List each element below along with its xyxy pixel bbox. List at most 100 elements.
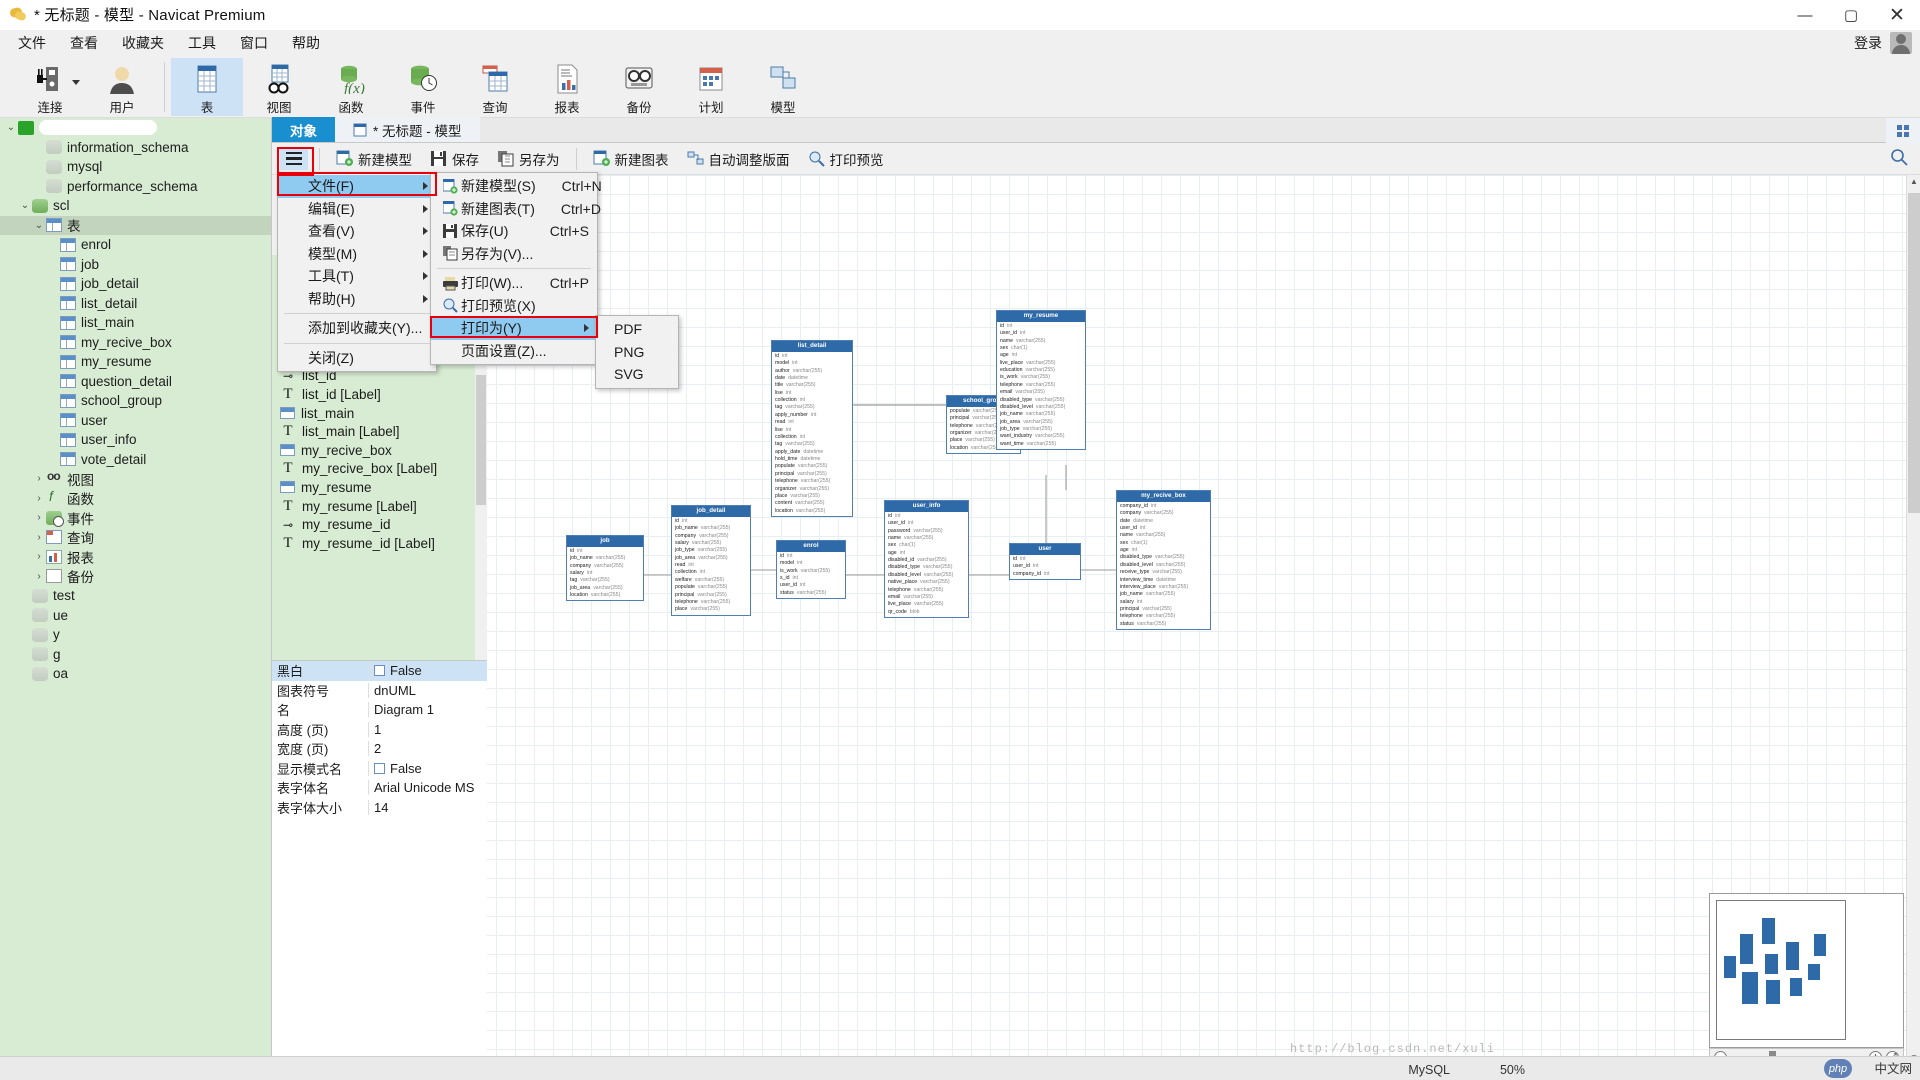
chevron-down-icon[interactable]: ⌄ xyxy=(18,200,32,211)
tab-object[interactable]: 对象 xyxy=(272,117,335,142)
canvas-vertical-scrollbar[interactable]: ▲ ▼ xyxy=(1906,175,1920,1064)
chevron-down-icon[interactable]: ⌄ xyxy=(32,220,46,231)
sidebar-connection-root[interactable]: ⌄ xyxy=(0,118,271,138)
sidebar-item-user[interactable]: user xyxy=(0,411,271,431)
property-row[interactable]: 显示模式名 False xyxy=(272,759,487,779)
save-as-button[interactable]: 另存为 xyxy=(490,146,567,172)
sidebar-item-my_recive_box[interactable]: my_recive_box xyxy=(0,333,271,353)
ribbon-connection[interactable]: 连接 xyxy=(14,58,86,116)
sidebar-item-job[interactable]: job xyxy=(0,255,271,275)
list-item[interactable]: Tmy_recive_box [Label] xyxy=(272,460,487,479)
sidebar-item-函数[interactable]: › 函数 xyxy=(0,488,271,509)
ribbon-user[interactable]: 用户 xyxy=(86,58,158,116)
ribbon-report[interactable]: 报表 xyxy=(531,58,603,116)
property-value-cell[interactable]: dnUML xyxy=(368,682,487,698)
ribbon-function[interactable]: f(x) 函数 xyxy=(315,58,387,116)
menu-item-export-pdf[interactable]: PDF xyxy=(596,318,678,341)
chevron-right-icon[interactable]: › xyxy=(32,532,46,543)
minimize-button[interactable]: — xyxy=(1782,0,1828,30)
chevron-right-icon[interactable]: › xyxy=(32,473,46,484)
sidebar-item-school_group[interactable]: school_group xyxy=(0,391,271,411)
menu-item-保存U[interactable]: 保存(U) Ctrl+S xyxy=(431,220,597,243)
search-button[interactable] xyxy=(1890,148,1908,166)
property-row[interactable]: 表字体名 Arial Unicode MS xyxy=(272,778,487,798)
ribbon-query[interactable]: 查询 xyxy=(459,58,531,116)
property-row[interactable]: 图表符号 dnUML xyxy=(272,681,487,701)
checkbox[interactable] xyxy=(374,762,385,774)
ribbon-model[interactable]: 模型 xyxy=(747,58,819,116)
close-button[interactable]: ✕ xyxy=(1874,0,1920,30)
menu-item-编辑E[interactable]: 编辑(E) xyxy=(278,198,436,221)
menu-item-添加到收藏夹Y[interactable]: 添加到收藏夹(Y)... xyxy=(278,317,436,340)
sidebar-item-list_main[interactable]: list_main xyxy=(0,313,271,333)
sidebar-item-vote_detail[interactable]: vote_detail xyxy=(0,450,271,470)
sidebar-tree[interactable]: ⌄ information_schema mysql performance_sch… xyxy=(0,118,272,1080)
menubar-item-favorites[interactable]: 收藏夹 xyxy=(110,30,176,56)
property-value-cell[interactable]: False xyxy=(368,760,487,776)
sidebar-item-job_detail[interactable]: job_detail xyxy=(0,274,271,294)
main-menu-button[interactable] xyxy=(278,146,310,172)
property-value-cell[interactable]: 2 xyxy=(368,741,487,757)
property-value-cell[interactable]: Diagram 1 xyxy=(368,702,487,718)
menu-item-查看V[interactable]: 查看(V) xyxy=(278,220,436,243)
print-preview-button[interactable]: 打印预览 xyxy=(801,146,891,172)
entity-my_resume[interactable]: my_resume id int user_id int name varchar(255)… xyxy=(996,310,1086,451)
ribbon-event[interactable]: 事件 xyxy=(387,58,459,116)
main-menu-popup[interactable]: 文件(F) 编辑(E) 查看(V) 模型(M) 工具(T) 帮助(H) 添加到收藏夹(Y).… xyxy=(277,172,437,372)
menubar-item-view[interactable]: 查看 xyxy=(58,30,110,56)
ribbon-schedule[interactable]: 计划 xyxy=(675,58,747,116)
property-row[interactable]: 高度 (页) 1 xyxy=(272,720,487,740)
menu-item-模型M[interactable]: 模型(M) xyxy=(278,243,436,266)
list-item[interactable]: my_resume xyxy=(272,478,487,497)
menu-item-工具T[interactable]: 工具(T) xyxy=(278,265,436,288)
maximize-button[interactable]: ▢ xyxy=(1828,0,1874,30)
avatar[interactable] xyxy=(1890,32,1912,54)
sidebar-item-list_detail[interactable]: list_detail xyxy=(0,294,271,314)
login-link[interactable]: 登录 xyxy=(1854,33,1882,53)
sidebar-item-报表[interactable]: › 报表 xyxy=(0,547,271,567)
chevron-right-icon[interactable]: › xyxy=(32,571,46,582)
file-submenu-popup[interactable]: 新建模型(S) Ctrl+N 新建图表(T) Ctrl+D 保存(U) Ctrl+S 另存为… xyxy=(430,172,602,365)
menu-item-页面设置Z[interactable]: 页面设置(Z)... xyxy=(431,340,597,363)
sidebar-item-视图[interactable]: › 视图 xyxy=(0,469,271,489)
menu-item-打印W[interactable]: 打印(W)... Ctrl+P xyxy=(431,272,597,295)
entity-enrol[interactable]: enrol id int model int is_work varchar(255) s_i… xyxy=(776,540,846,600)
tab-model[interactable]: * 无标题 - 模型 xyxy=(335,117,480,142)
menu-item-打印为Y[interactable]: 打印为(Y) xyxy=(431,317,597,340)
sidebar-item-scl[interactable]: ⌄ scl xyxy=(0,196,271,216)
chevron-right-icon[interactable]: › xyxy=(32,512,46,523)
sidebar-item-information_schema[interactable]: information_schema xyxy=(0,138,271,158)
ribbon-view[interactable]: 视图 xyxy=(243,58,315,116)
menubar-item-help[interactable]: 帮助 xyxy=(280,30,332,56)
sidebar-item-performance_schema[interactable]: performance_schema xyxy=(0,177,271,197)
minimap-overview[interactable] xyxy=(1709,893,1904,1048)
entity-list_detail[interactable]: list_detail id int model int author varchar(25… xyxy=(771,340,853,518)
menu-item-文件F[interactable]: 文件(F) xyxy=(278,175,436,198)
sidebar-item-mysql[interactable]: mysql xyxy=(0,157,271,177)
menu-item-新建图表T[interactable]: 新建图表(T) Ctrl+D xyxy=(431,198,601,221)
entity-user[interactable]: user id int user_id int company_id int xyxy=(1009,543,1081,580)
save-button[interactable]: 保存 xyxy=(423,146,486,172)
print-as-submenu-popup[interactable]: PDF PNG SVG xyxy=(595,315,679,389)
list-item[interactable]: Tlist_id [Label] xyxy=(272,385,487,404)
chevron-right-icon[interactable]: › xyxy=(32,493,46,504)
menu-item-export-svg[interactable]: SVG xyxy=(596,363,678,386)
tab-overflow-button[interactable] xyxy=(1886,118,1920,143)
sidebar-item-g[interactable]: g xyxy=(0,645,271,665)
sidebar-item-备份[interactable]: › 备份 xyxy=(0,567,271,587)
scroll-up-icon[interactable]: ▲ xyxy=(1910,177,1918,186)
menu-item-帮助H[interactable]: 帮助(H) xyxy=(278,288,436,311)
property-value-cell[interactable]: 1 xyxy=(368,721,487,737)
sidebar-item-oa[interactable]: oa xyxy=(0,664,271,684)
chevron-right-icon[interactable]: › xyxy=(32,551,46,562)
sidebar-item-事件[interactable]: › 事件 xyxy=(0,508,271,528)
ribbon-backup[interactable]: 备份 xyxy=(603,58,675,116)
entity-job_detail[interactable]: job_detail id int job_name varchar(255) compa… xyxy=(671,505,751,616)
property-row[interactable]: 名 Diagram 1 xyxy=(272,700,487,720)
scroll-thumb[interactable] xyxy=(476,375,486,505)
list-item[interactable]: Tmy_resume [Label] xyxy=(272,497,487,516)
menu-item-export-png[interactable]: PNG xyxy=(596,341,678,364)
property-row[interactable]: 宽度 (页) 2 xyxy=(272,739,487,759)
list-item[interactable]: Tmy_resume_id [Label] xyxy=(272,534,487,553)
menu-item-打印预览X[interactable]: 打印预览(X) xyxy=(431,295,597,318)
